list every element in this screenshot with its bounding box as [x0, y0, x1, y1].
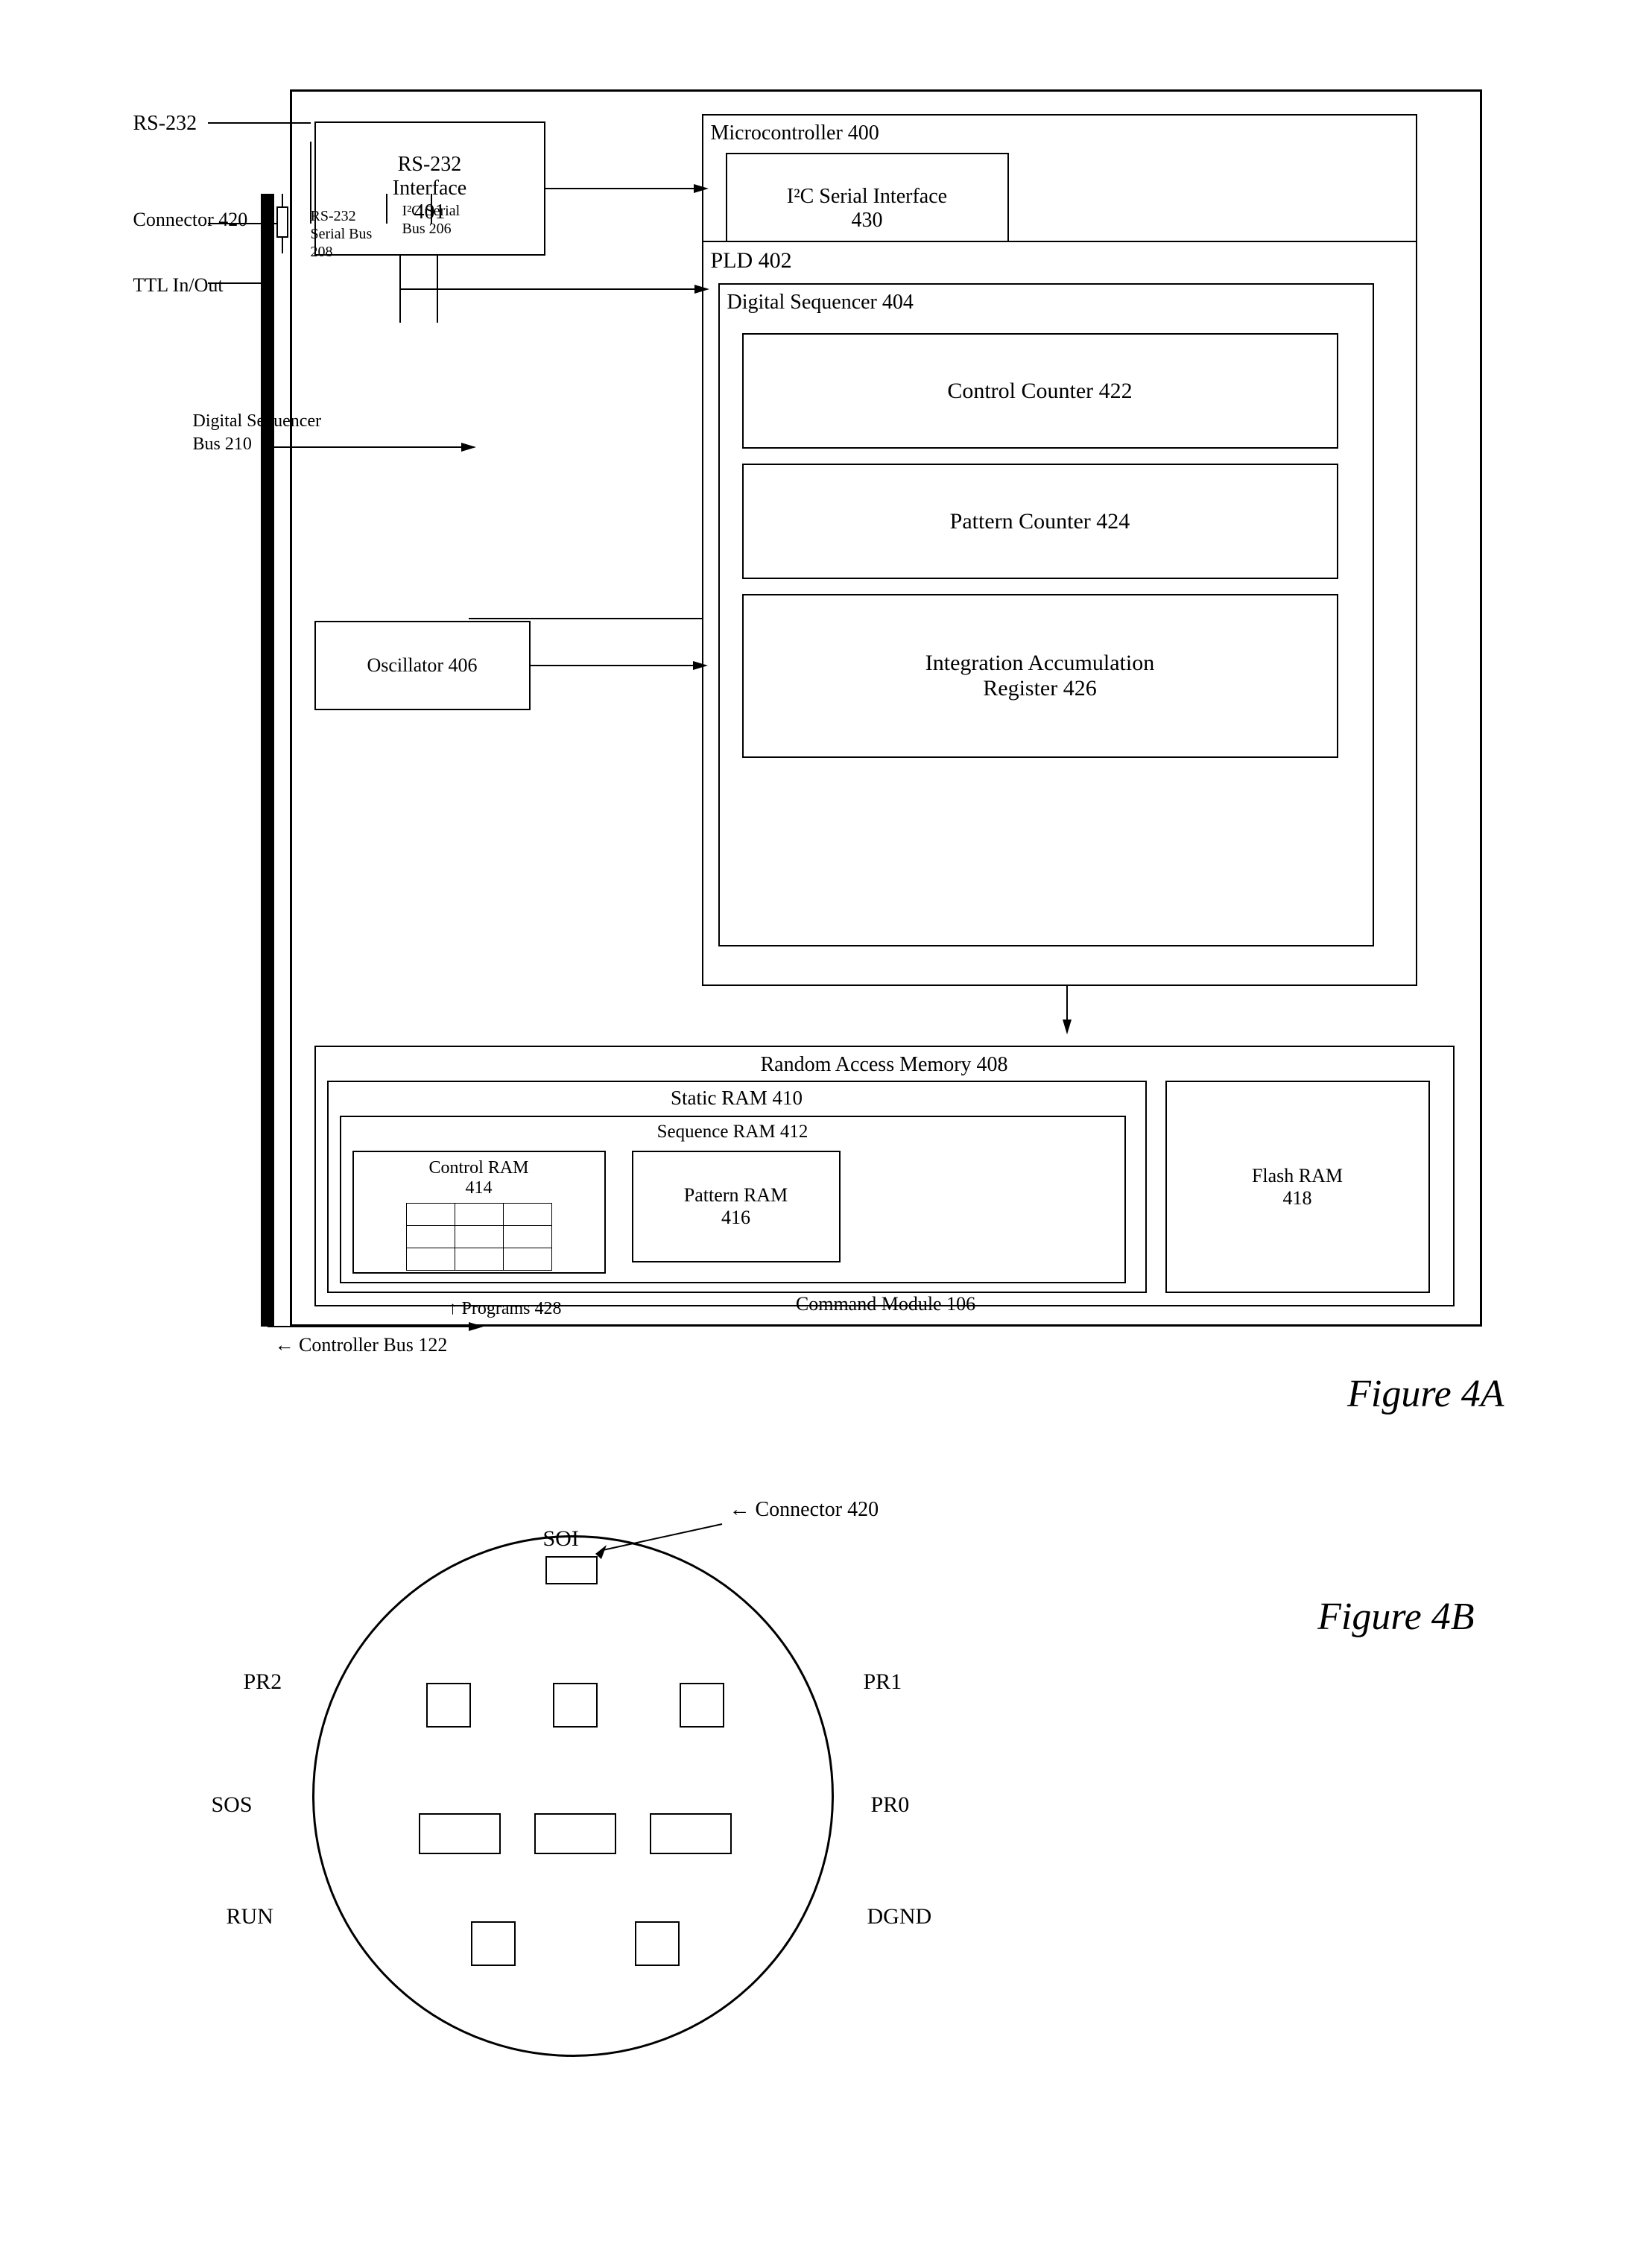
- sos-label: SOS: [212, 1792, 253, 1818]
- control-counter-box: Control Counter 422: [742, 333, 1338, 449]
- static-ram-label: Static RAM 410: [329, 1087, 1145, 1110]
- connector-circle: [312, 1535, 834, 2057]
- control-ram-label: Control RAM414: [428, 1158, 528, 1198]
- sq-center-1: [553, 1683, 598, 1728]
- oscillator-box: Oscillator 406: [314, 621, 531, 710]
- sq-run-1: [471, 1921, 516, 1966]
- soi-square: [545, 1556, 598, 1584]
- i2c-bus-label: I²C SerialBus 206: [402, 202, 461, 238]
- sequence-ram-box: Sequence RAM 412 Control RAM414: [340, 1116, 1126, 1283]
- command-module-label: Command Module 106: [292, 1293, 1480, 1315]
- integration-accumulation-box: Integration AccumulationRegister 426: [742, 594, 1338, 758]
- pr1-label: PR1: [864, 1669, 902, 1695]
- control-ram-box: Control RAM414: [352, 1151, 606, 1274]
- ram-outer-label: Random Access Memory 408: [316, 1053, 1453, 1077]
- sq-sos-1: [419, 1813, 501, 1854]
- soi-label: SOI: [543, 1526, 579, 1552]
- fig4b-title: Figure 4B: [1317, 1595, 1474, 1639]
- connector420-label: ← Connector 420: [730, 1498, 879, 1522]
- controller-bus-label: ← Controller Bus 122: [275, 1334, 448, 1356]
- flash-ram-box: Flash RAM418: [1165, 1081, 1430, 1293]
- ram-outer-box: Random Access Memory 408 Static RAM 410 …: [314, 1046, 1455, 1306]
- rs232-label: RS-232: [133, 112, 197, 136]
- sq-sos-2: [534, 1813, 616, 1854]
- ttl-label: TTL In/Out: [133, 274, 224, 297]
- sq-pr2-1: [426, 1683, 471, 1728]
- pld-box: PLD 402 Digital Sequencer 404 Control Co…: [702, 241, 1417, 986]
- fig4a-title: Figure 4A: [1347, 1372, 1504, 1416]
- digital-sequencer-label: Digital Sequencer 404: [727, 291, 914, 315]
- sq-pr1-1: [680, 1683, 724, 1728]
- pr2-label: PR2: [244, 1669, 282, 1695]
- command-module-box: RS-232Interface401 RS-232Serial Bus208 I…: [290, 89, 1482, 1327]
- sq-sos-3: [650, 1813, 732, 1854]
- sq-run-2: [635, 1921, 680, 1966]
- dgnd-label: DGND: [867, 1904, 932, 1929]
- connector-label: Connector 420: [133, 209, 248, 231]
- rs232-bus-label: RS-232Serial Bus208: [311, 207, 373, 261]
- sequence-ram-label: Sequence RAM 412: [341, 1122, 1124, 1142]
- fig4b-container: Figure 4B ← Connector 420 SOI PR2 PR1 SO…: [118, 1491, 1534, 2161]
- pld-label: PLD 402: [711, 248, 792, 274]
- digital-sequencer-box: Digital Sequencer 404 Control Counter 42…: [718, 283, 1374, 946]
- pr0-label: PR0: [871, 1792, 910, 1818]
- pattern-counter-box: Pattern Counter 424: [742, 464, 1338, 579]
- run-label: RUN: [227, 1904, 273, 1929]
- pattern-ram-box: Pattern RAM416: [632, 1151, 841, 1262]
- microcontroller-label: Microcontroller 400: [711, 121, 879, 145]
- static-ram-box: Static RAM 410 Sequence RAM 412 Control …: [327, 1081, 1147, 1293]
